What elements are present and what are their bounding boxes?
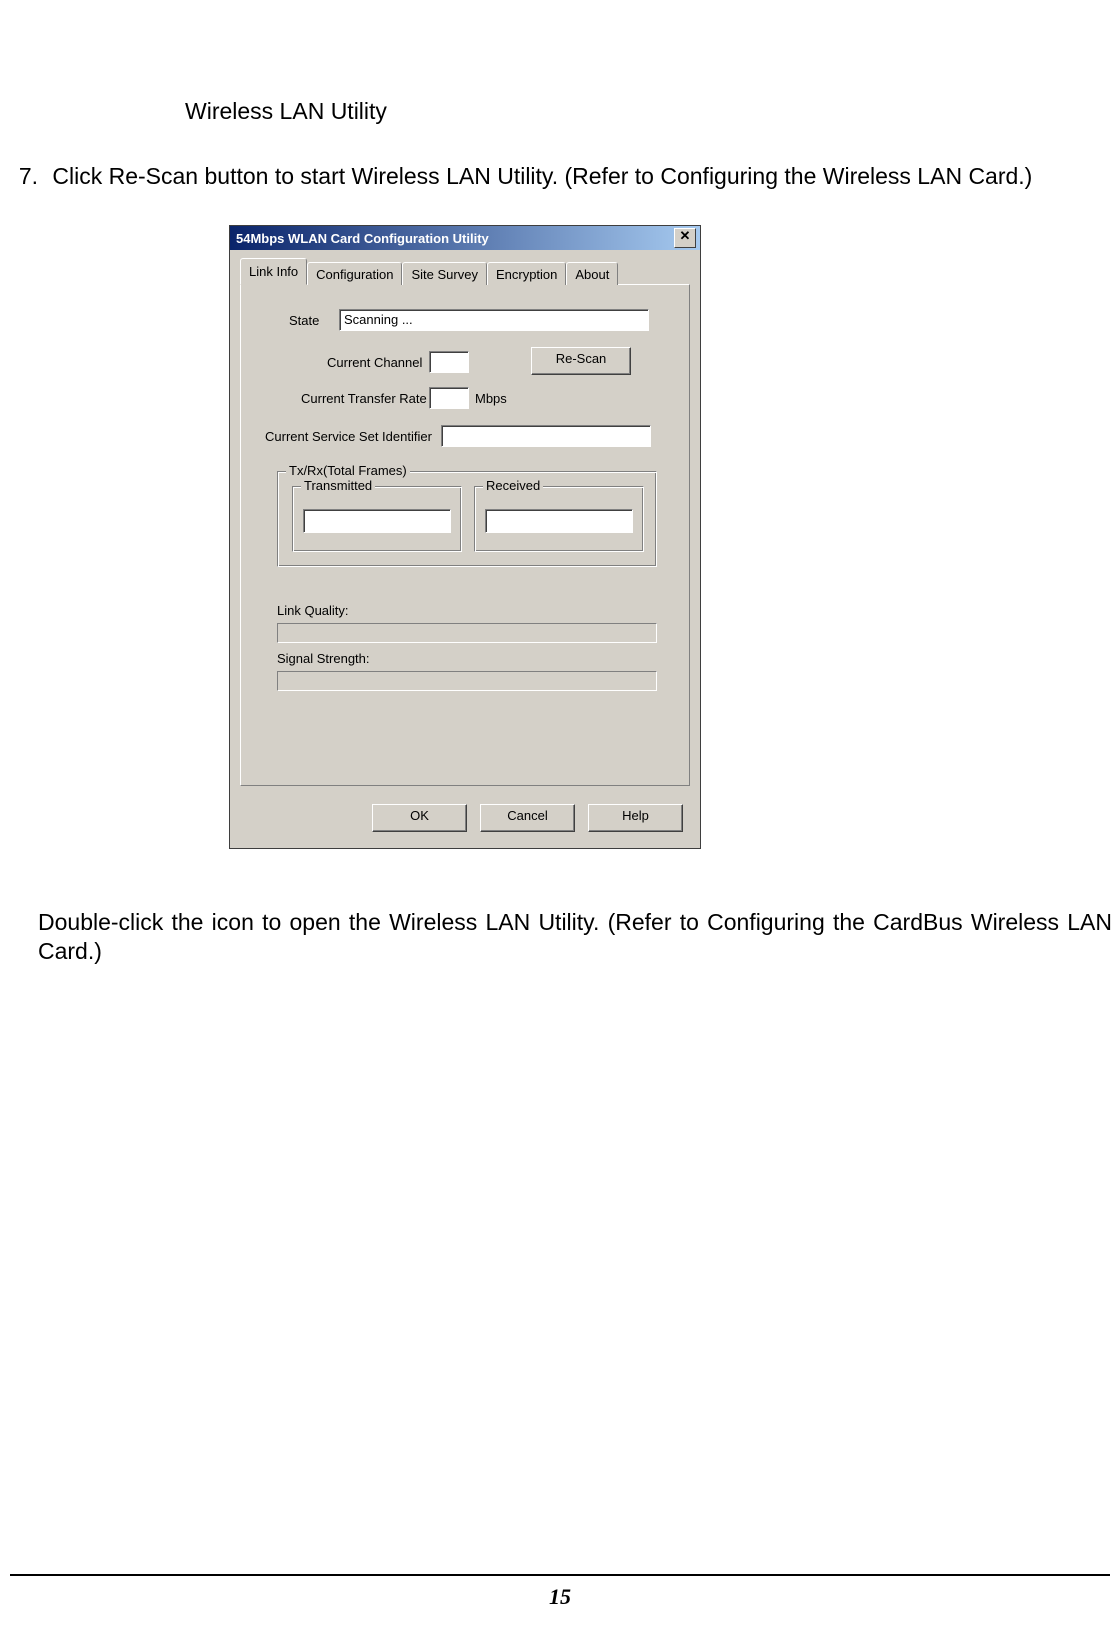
received-group: Received [474,486,644,552]
label-transfer-rate: Current Transfer Rate [301,391,427,406]
transmitted-group: Transmitted [292,486,462,552]
link-quality-bar [277,623,657,643]
transfer-rate-field[interactable] [429,387,469,409]
step-number: 7. [8,163,38,190]
wlan-config-dialog: 54Mbps WLAN Card Configuration Utility ✕… [229,225,701,849]
close-button[interactable]: ✕ [674,228,696,248]
received-field[interactable] [485,509,633,533]
state-field[interactable]: Scanning ... [339,309,649,331]
rescan-button[interactable]: Re-Scan [531,347,631,375]
page-number: 15 [0,1584,1120,1610]
label-ssid: Current Service Set Identifier [265,429,432,444]
label-mbps: Mbps [475,391,507,406]
transmitted-label: Transmitted [301,478,375,493]
title-text: 54Mbps WLAN Card Configuration Utility [236,231,672,246]
close-icon: ✕ [680,228,691,243]
label-current-channel: Current Channel [327,355,422,370]
tabs: Link Info Configuration Site Survey Encr… [240,260,690,284]
tab-area: Link Info Configuration Site Survey Encr… [240,260,690,786]
dialog-button-row: OK Cancel Help [240,792,690,840]
step-7: 7. Click Re-Scan button to start Wireles… [8,163,1032,190]
titlebar[interactable]: 54Mbps WLAN Card Configuration Utility ✕ [230,226,700,250]
received-label: Received [483,478,543,493]
paragraph-double-click: Double-click the icon to open the Wirele… [38,908,1112,966]
current-channel-field[interactable] [429,351,469,373]
help-button[interactable]: Help [588,804,683,832]
ssid-field[interactable] [441,425,651,447]
cancel-button[interactable]: Cancel [480,804,575,832]
transmitted-field[interactable] [303,509,451,533]
label-link-quality: Link Quality: [277,603,349,618]
tab-site-survey[interactable]: Site Survey [402,262,486,285]
signal-strength-bar [277,671,657,691]
heading-utility: Wireless LAN Utility [185,98,387,125]
ok-button[interactable]: OK [372,804,467,832]
txrx-groupbox: Tx/Rx(Total Frames) Transmitted Received [277,471,657,567]
tab-panel-link-info: State Scanning ... Current Channel Re-Sc… [240,284,690,786]
footer-rule [10,1574,1110,1576]
step-text: Click Re-Scan button to start Wireless L… [52,163,1032,189]
page: Wireless LAN Utility 7. Click Re-Scan bu… [0,0,1120,1636]
tab-encryption[interactable]: Encryption [487,262,566,285]
label-state: State [289,313,319,328]
label-signal-strength: Signal Strength: [277,651,370,666]
tab-link-info[interactable]: Link Info [240,258,307,285]
tab-configuration[interactable]: Configuration [307,262,402,285]
tab-about[interactable]: About [566,262,618,285]
txrx-group-label: Tx/Rx(Total Frames) [286,463,410,478]
